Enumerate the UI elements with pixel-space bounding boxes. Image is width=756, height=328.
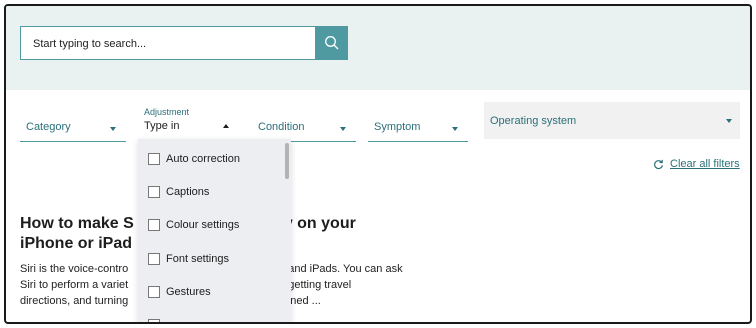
checkbox[interactable]	[148, 219, 160, 231]
symptom-filter-label: Symptom	[374, 121, 421, 133]
option-label: Captions	[166, 186, 210, 198]
checkbox[interactable]	[148, 153, 160, 165]
chevron-down-icon	[452, 127, 458, 131]
symptom-filter[interactable]: Symptom	[368, 116, 468, 142]
excerpt-part: Siri to perform a variet	[20, 279, 129, 291]
option-auto-correction[interactable]: Auto correction	[148, 149, 240, 169]
chevron-down-icon	[726, 119, 732, 123]
checkbox	[148, 319, 160, 322]
page-frame: Start typing to search... Category Adjus…	[4, 4, 752, 324]
checkbox[interactable]	[148, 253, 160, 265]
clear-all-filters-label: Clear all filters	[670, 158, 740, 170]
excerpt-part: ned ...	[290, 295, 321, 307]
option-label: Colour settings	[166, 219, 240, 231]
adjustment-filter-label: Adjustment	[144, 107, 190, 117]
article-title-part: y on your	[283, 215, 356, 232]
option-font-settings[interactable]: Font settings	[148, 249, 229, 269]
category-filter[interactable]: Category	[20, 116, 126, 142]
adjustment-filter-value[interactable]: Type in	[144, 120, 179, 132]
chevron-down-icon	[340, 127, 346, 131]
option-label: Auto correction	[166, 153, 240, 165]
excerpt-part: Siri is the voice-contro	[20, 263, 129, 275]
search-section: Start typing to search...	[6, 6, 750, 90]
chevron-down-icon	[110, 127, 116, 131]
excerpt-part: getting travel	[288, 279, 352, 291]
excerpt-part: directions, and turning	[20, 295, 129, 307]
operating-system-filter[interactable]: Operating system	[484, 102, 740, 139]
option-label: Gestures	[166, 286, 211, 298]
search-button[interactable]	[315, 26, 348, 60]
dropdown-scrollbar[interactable]	[285, 143, 289, 179]
checkbox[interactable]	[148, 286, 160, 298]
checkbox[interactable]	[148, 186, 160, 198]
option-gestures[interactable]: Gestures	[148, 282, 211, 302]
condition-filter-label: Condition	[258, 121, 305, 133]
operating-system-filter-label: Operating system	[490, 115, 577, 127]
option-captions[interactable]: Captions	[148, 182, 209, 202]
search-icon	[324, 36, 338, 50]
search-input[interactable]: Start typing to search...	[20, 26, 316, 60]
chevron-up-icon[interactable]	[223, 124, 229, 128]
refresh-icon	[654, 159, 664, 169]
clear-all-filters-link[interactable]: Clear all filters	[653, 158, 740, 170]
option-colour-settings[interactable]: Colour settings	[148, 215, 239, 235]
article-title-part: How to make S	[20, 215, 134, 232]
adjustment-dropdown-menu: Auto correction Captions Colour settings…	[138, 139, 291, 322]
category-filter-label: Category	[26, 121, 71, 133]
option-label: Font settings	[166, 253, 229, 265]
excerpt-part: and iPads. You can ask	[288, 263, 403, 275]
